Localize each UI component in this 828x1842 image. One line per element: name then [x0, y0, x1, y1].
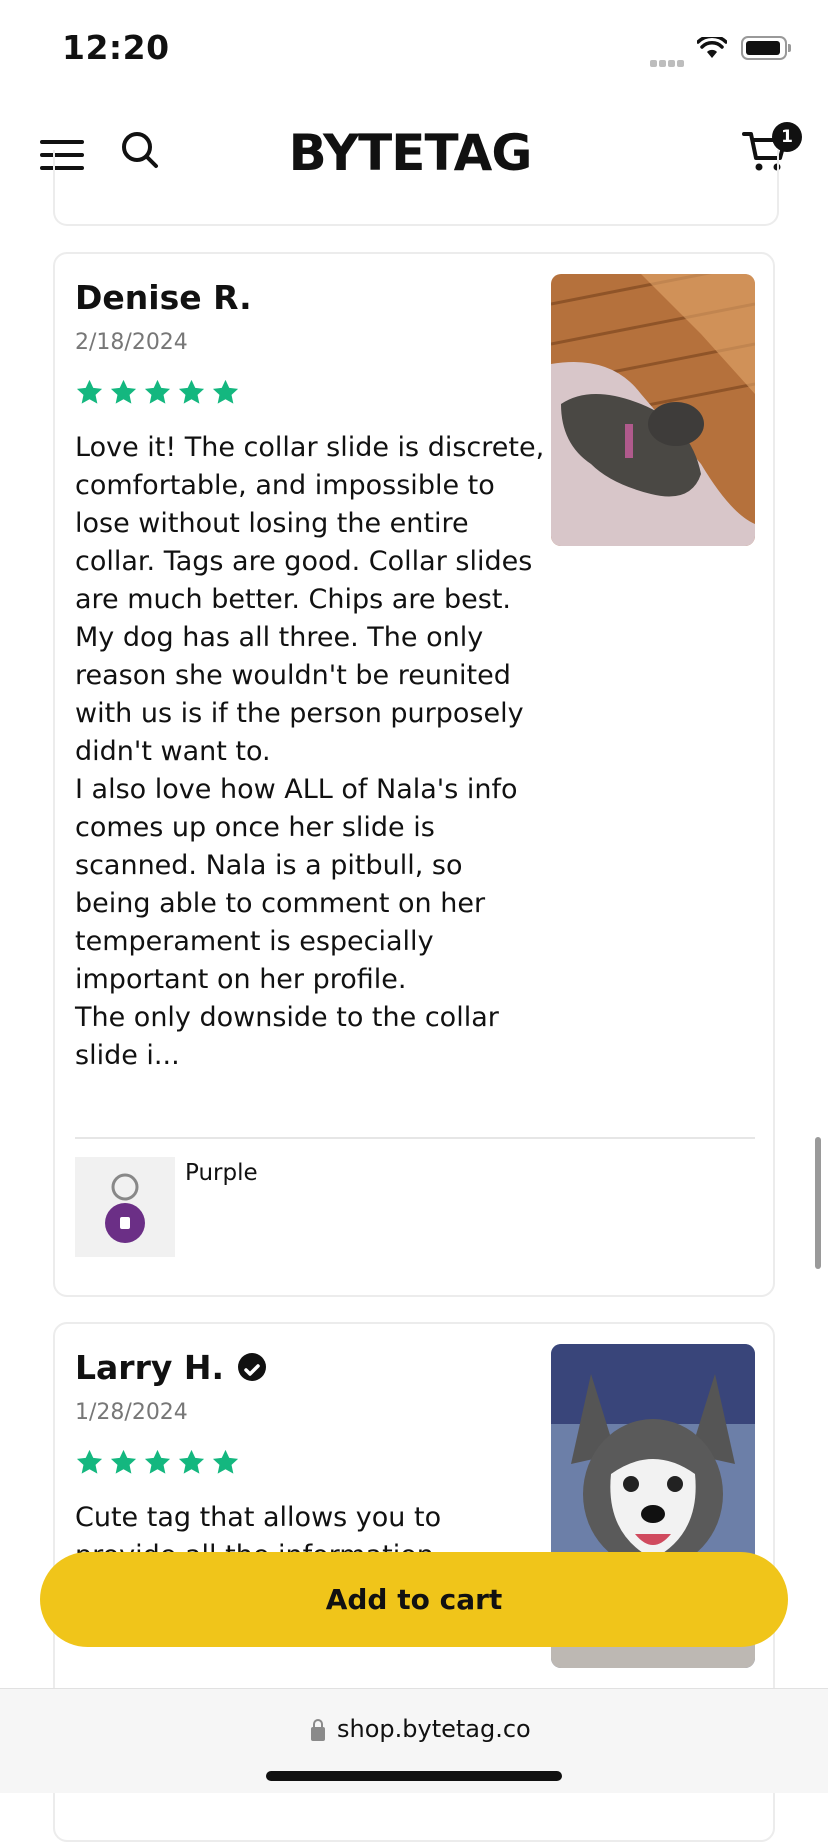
previous-review-card-edge	[53, 150, 779, 226]
status-time: 12:20	[62, 28, 170, 67]
star-icon	[212, 1449, 239, 1474]
star-icon	[76, 1449, 103, 1474]
star-icon	[76, 379, 103, 404]
variant-thumbnail	[75, 1157, 175, 1257]
url-text[interactable]: shop.bytetag.co	[337, 1715, 531, 1743]
cart-count-badge: 1	[772, 122, 802, 152]
scrollbar[interactable]	[815, 1137, 821, 1269]
star-rating	[75, 1448, 240, 1477]
star-rating	[75, 378, 240, 407]
review-text: Love it! The collar slide is discrete, c…	[75, 432, 545, 1071]
lock-icon	[311, 1719, 325, 1741]
star-icon	[110, 379, 137, 404]
star-icon	[144, 379, 171, 404]
review-card: Denise R. 2/18/2024 Love it! The collar …	[53, 252, 775, 1297]
cellular-signal-icon	[650, 52, 686, 71]
reviewer-name: Denise R.	[75, 278, 252, 317]
review-photo[interactable]	[551, 274, 755, 546]
star-icon	[212, 379, 239, 404]
star-icon	[178, 379, 205, 404]
review-date: 1/28/2024	[75, 1400, 188, 1425]
review-date: 2/18/2024	[75, 330, 188, 355]
reviewer-name: Larry H.	[75, 1348, 266, 1387]
star-icon	[110, 1449, 137, 1474]
battery-icon	[741, 36, 791, 60]
status-bar: 12:20	[0, 0, 828, 100]
star-icon	[178, 1449, 205, 1474]
verified-check-icon	[238, 1352, 266, 1381]
reviewer-name-text: Larry H.	[75, 1348, 224, 1387]
home-indicator	[266, 1771, 562, 1781]
wifi-icon	[697, 37, 727, 58]
star-icon	[144, 1449, 171, 1474]
divider	[75, 1137, 755, 1139]
variant-label: Purple	[185, 1160, 258, 1186]
add-to-cart-button[interactable]: Add to cart	[40, 1552, 788, 1647]
